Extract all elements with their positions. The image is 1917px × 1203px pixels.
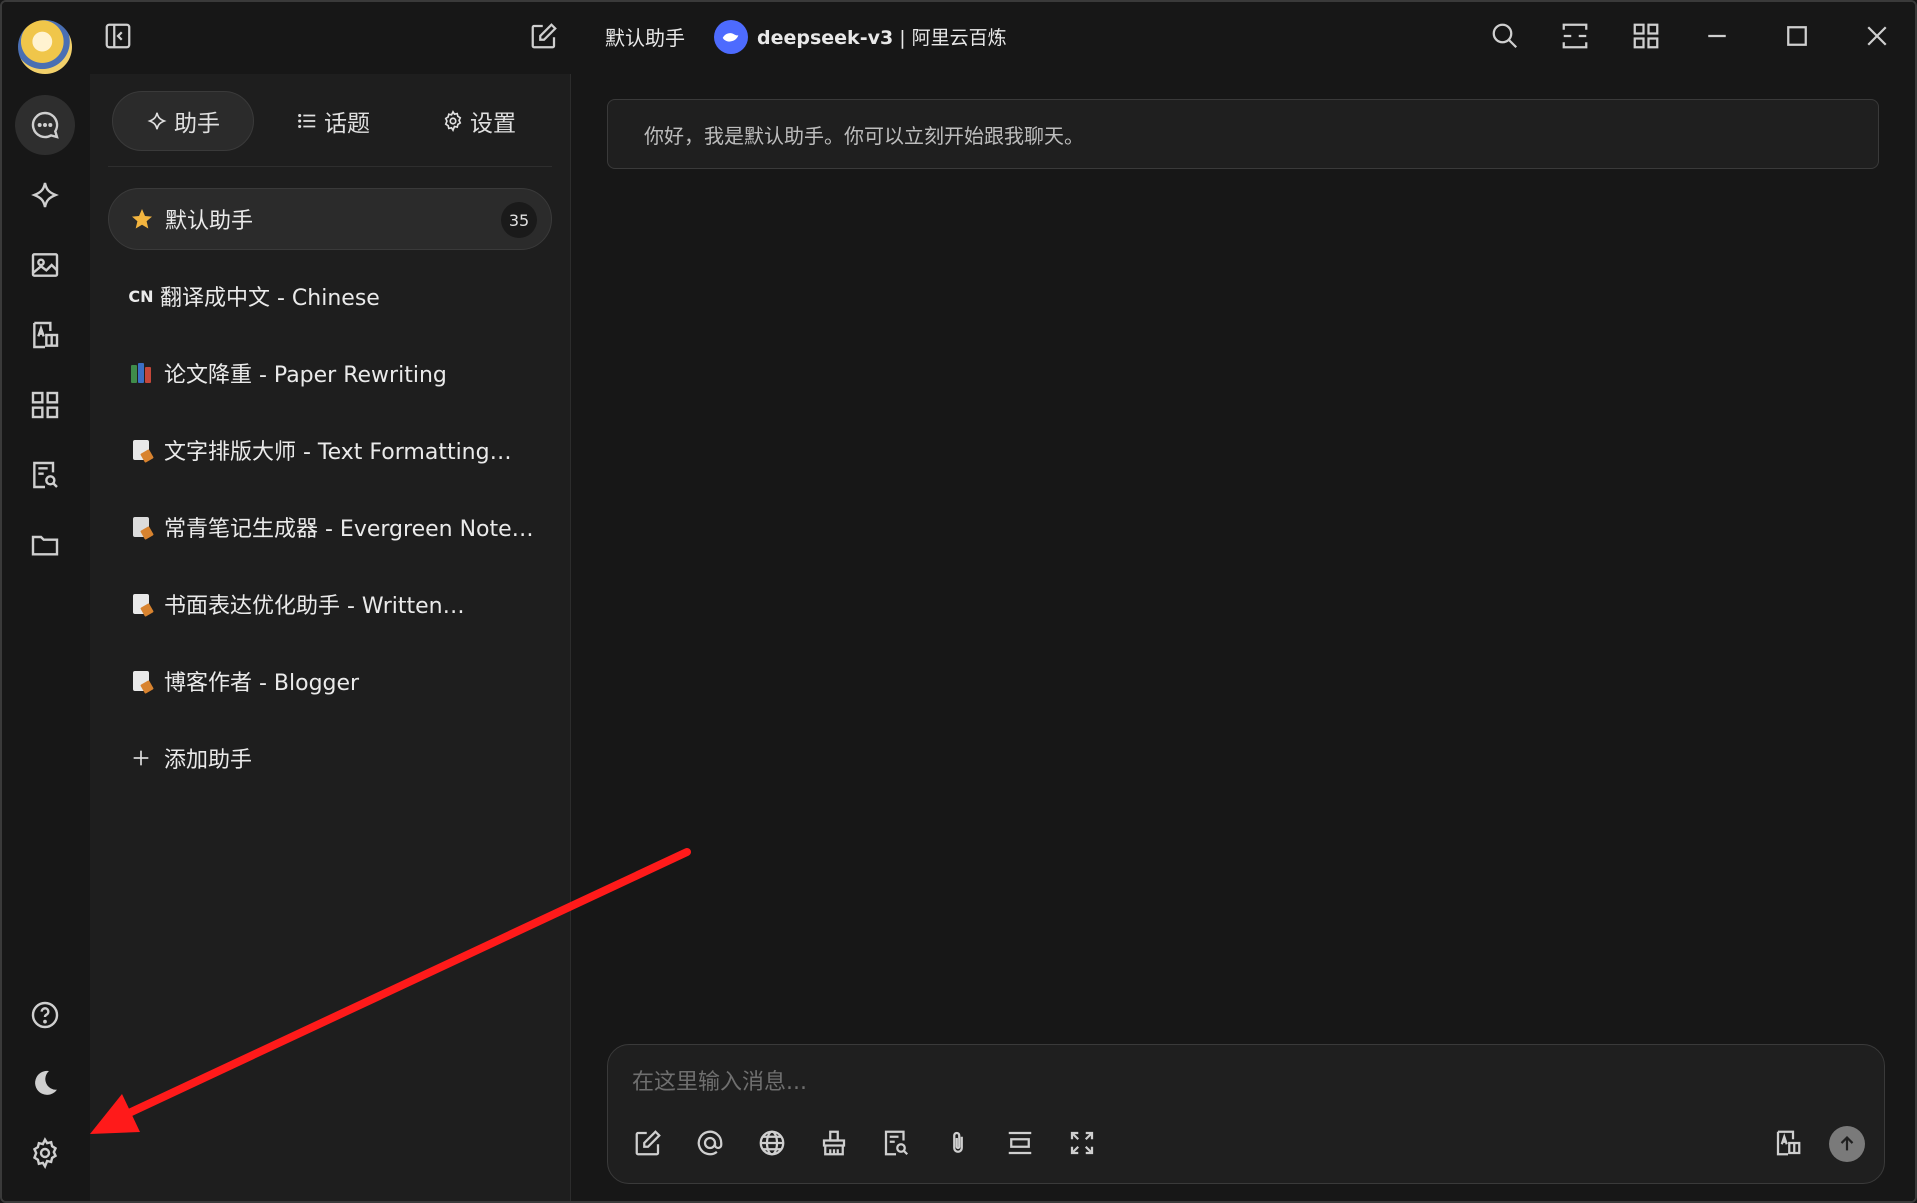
model-separator: |	[893, 27, 912, 49]
new-topic-icon[interactable]	[526, 18, 562, 54]
title-bar: 默认助手 deepseek-v3 | 阿里云百炼	[2, 2, 1915, 74]
assistant-label: 默认助手	[165, 209, 254, 234]
divider-icon[interactable]	[1000, 1123, 1040, 1163]
moon-icon[interactable]	[15, 1053, 75, 1113]
maximize-icon[interactable]	[1779, 18, 1815, 54]
attachment-icon[interactable]	[938, 1123, 978, 1163]
assistant-item-written[interactable]: 书面表达优化助手 - Written…	[108, 573, 552, 635]
model-selector[interactable]: deepseek-v3 | 阿里云百炼	[757, 23, 1007, 50]
sparkle-icon	[147, 112, 167, 130]
tab-assistants[interactable]: 助手	[112, 91, 254, 151]
assistant-label: 博客作者 - Blogger	[164, 671, 360, 696]
new-topic-icon[interactable]	[628, 1123, 668, 1163]
add-assistant-label: 添加助手	[164, 748, 253, 773]
arrow-up-icon	[1840, 1136, 1854, 1151]
chat-area: 你好，我是默认助手。你可以立刻开始跟我聊天。	[571, 74, 1915, 1201]
chat-bubble-icon[interactable]	[15, 95, 75, 155]
knowledge-search-icon[interactable]	[15, 445, 75, 505]
image-icon[interactable]	[15, 235, 75, 295]
star-icon	[127, 207, 157, 231]
sidebar-toggle-icon[interactable]	[100, 18, 136, 54]
tab-settings-label: 设置	[470, 111, 516, 137]
message-composer	[607, 1044, 1885, 1184]
assistant-item-default[interactable]: 默认助手 35	[108, 188, 552, 250]
greeting-message: 你好，我是默认助手。你可以立刻开始跟我聊天。	[607, 99, 1879, 169]
topic-count-badge: 35	[501, 202, 537, 238]
deepseek-logo-icon	[714, 20, 748, 54]
panel-tabs: 助手 话题 设置	[112, 91, 550, 151]
mention-icon[interactable]	[690, 1123, 730, 1163]
expand-horizontal-icon[interactable]	[1557, 18, 1593, 54]
assistant-label: 书面表达优化助手 - Written…	[164, 594, 465, 619]
tabs-divider	[108, 166, 552, 167]
translate-icon[interactable]	[1768, 1123, 1808, 1163]
assistant-label: 常青笔记生成器 - Evergreen Note…	[164, 517, 534, 542]
folder-icon[interactable]	[15, 515, 75, 575]
assistant-item-blogger[interactable]: 博客作者 - Blogger	[108, 650, 552, 712]
assistant-item-paper-rewriting[interactable]: 论文降重 - Paper Rewriting	[108, 342, 552, 404]
assistant-panel: 助手 话题 设置 默认助手 35 CN 翻译成中文 - Chinese 论文降重…	[90, 74, 571, 1201]
knowledge-icon[interactable]	[876, 1123, 916, 1163]
settings-gear-icon[interactable]	[15, 1123, 75, 1183]
close-icon[interactable]	[1859, 18, 1895, 54]
gear-icon	[444, 110, 462, 132]
list-icon	[298, 113, 316, 129]
assistant-label: 论文降重 - Paper Rewriting	[164, 363, 447, 388]
memo-icon	[126, 594, 156, 614]
memo-icon	[126, 671, 156, 691]
provider-name: 阿里云百炼	[911, 27, 1007, 49]
assistant-item-evergreen-note[interactable]: 常青笔记生成器 - Evergreen Note…	[108, 496, 552, 558]
sparkle-icon[interactable]	[15, 165, 75, 225]
fullscreen-icon[interactable]	[1062, 1123, 1102, 1163]
page-icon	[126, 517, 156, 537]
cn-flag-icon: CN	[128, 286, 154, 306]
translate-icon[interactable]	[15, 305, 75, 365]
add-assistant-button[interactable]: 添加助手	[108, 727, 552, 789]
tab-topics-label: 话题	[324, 111, 370, 137]
minimize-icon[interactable]	[1699, 18, 1735, 54]
plus-icon	[126, 747, 156, 769]
assistant-item-chinese[interactable]: CN 翻译成中文 - Chinese	[108, 265, 552, 327]
assistant-label: 文字排版大师 - Text Formatting…	[164, 440, 512, 465]
apps-grid-icon[interactable]	[15, 375, 75, 435]
grid-icon[interactable]	[1628, 18, 1664, 54]
memo-icon	[126, 440, 156, 460]
assistant-item-text-formatting[interactable]: 文字排版大师 - Text Formatting…	[108, 419, 552, 481]
app-window: 默认助手 deepseek-v3 | 阿里云百炼 助手 话题 设置 默认助手 3…	[0, 0, 1917, 1203]
tab-assistants-label: 助手	[174, 111, 220, 137]
assistant-title: 默认助手	[605, 26, 685, 50]
globe-icon[interactable]	[752, 1123, 792, 1163]
tab-topics[interactable]: 话题	[262, 91, 404, 151]
assistant-label: 翻译成中文 - Chinese	[160, 286, 380, 311]
books-icon	[126, 363, 156, 383]
user-avatar[interactable]	[18, 20, 72, 74]
search-icon[interactable]	[1487, 18, 1523, 54]
clear-icon[interactable]	[814, 1123, 854, 1163]
help-icon[interactable]	[15, 985, 75, 1045]
tab-settings[interactable]: 设置	[408, 91, 550, 151]
send-button[interactable]	[1829, 1126, 1865, 1162]
message-input[interactable]	[630, 1061, 1834, 1103]
model-name: deepseek-v3	[757, 27, 894, 49]
navigation-rail	[2, 74, 90, 1201]
